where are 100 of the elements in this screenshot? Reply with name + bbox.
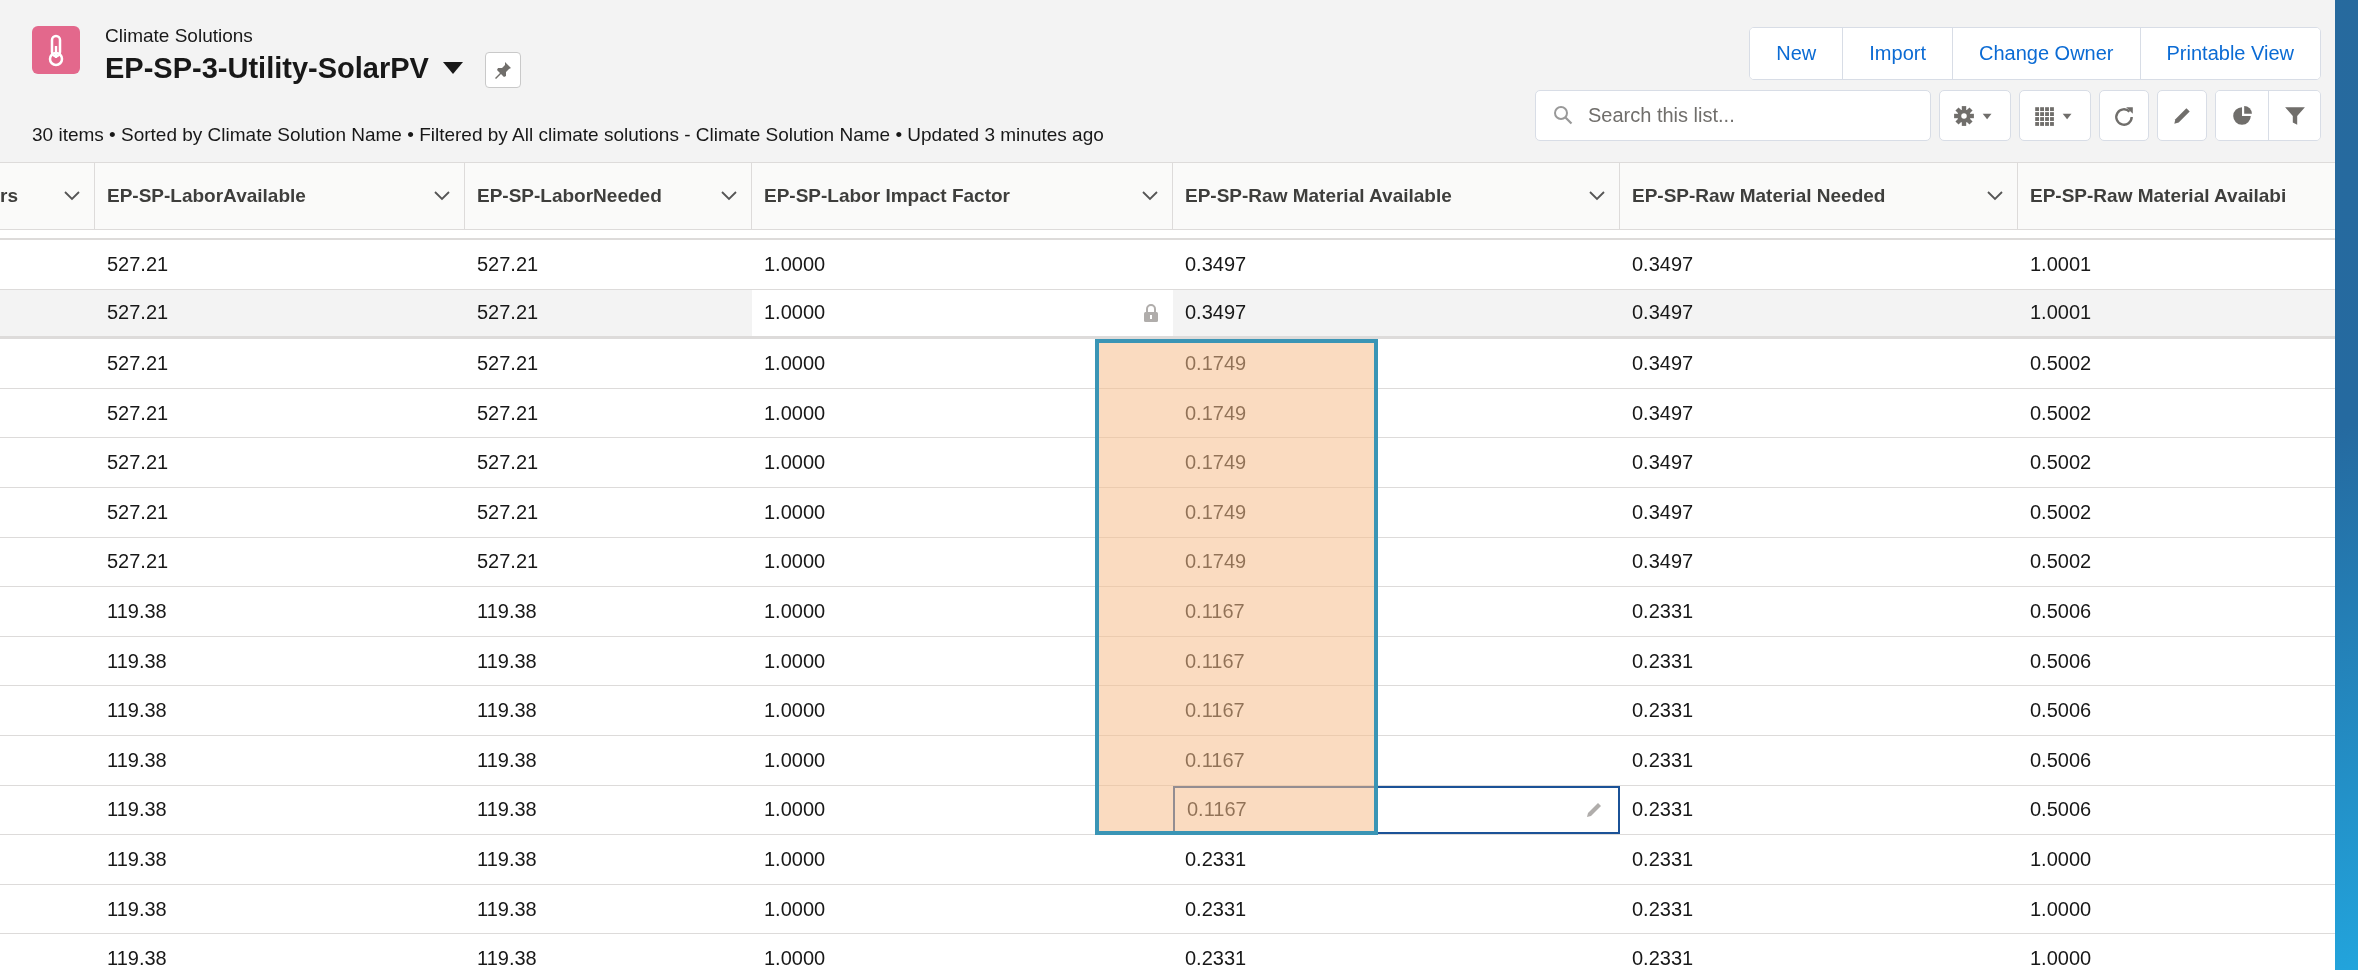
lock-icon: [1143, 302, 1159, 323]
table-cell: 119.38: [107, 649, 167, 673]
table-cell: 0.5002: [2030, 500, 2092, 524]
table-cell: 527.21: [107, 550, 169, 574]
column-header[interactable]: EP-SP-Labor Impact Factor: [752, 163, 1173, 229]
table-cell: 1.0000: [764, 649, 826, 673]
chevron-down-icon[interactable]: [1142, 191, 1158, 201]
table-cell: 0.5002: [2030, 352, 2092, 375]
table-cell: 1.0000: [764, 748, 826, 772]
table-cell: 0.3497: [1632, 252, 1694, 276]
chevron-down-icon[interactable]: [1987, 191, 2003, 201]
table-cell: 527.21: [107, 252, 169, 276]
search-icon: [1553, 105, 1573, 125]
table-cell: 527.21: [107, 451, 169, 475]
action-button[interactable]: Printable View: [2139, 28, 2320, 79]
table-cell: 1.0000: [764, 699, 826, 723]
chart-button[interactable]: [2216, 91, 2268, 140]
table-cell: 119.38: [477, 748, 537, 772]
table-cell: 0.2331: [1185, 947, 1247, 970]
table-cell: 119.38: [477, 699, 537, 723]
table-cell: 119.38: [107, 947, 167, 970]
column-header[interactable]: rs: [0, 163, 95, 229]
table-cell: 0.5002: [2030, 401, 2092, 425]
table-cell: 0.5006: [2030, 699, 2092, 723]
table-cell: 119.38: [107, 897, 167, 921]
table-cell: 0.1749: [1185, 500, 1247, 524]
column-header[interactable]: EP-SP-LaborNeeded: [465, 163, 752, 229]
table-cell: 119.38: [477, 847, 537, 871]
column-header[interactable]: EP-SP-Raw Material Availabi: [2018, 163, 2335, 229]
table-cell: 1.0000: [2030, 897, 2092, 921]
table-cell: 119.38: [477, 599, 537, 623]
table-cell: 0.5006: [2030, 748, 2092, 772]
table-cell: 0.2331: [1632, 847, 1694, 871]
table-cell: 0.3497: [1185, 301, 1247, 325]
list-view-dropdown[interactable]: EP-SP-3-Utility-SolarPV: [105, 51, 463, 85]
table-cell: 0.1749: [1185, 401, 1247, 425]
table-cell: 1.0001: [2030, 301, 2092, 325]
table-display-button[interactable]: [2019, 90, 2091, 141]
table-cell: 0.1749: [1185, 550, 1247, 574]
table-cell: 527.21: [477, 500, 539, 524]
table-cell: 527.21: [477, 352, 539, 375]
caret-icon[interactable]: [442, 62, 463, 74]
chevron-down-icon[interactable]: [721, 191, 737, 201]
table-cell: 1.0000: [764, 847, 826, 871]
chevron-down-icon[interactable]: [1589, 191, 1605, 201]
table-cell: 0.1167: [1185, 599, 1245, 623]
table-cell: 1.0000: [764, 500, 826, 524]
table-cell: 527.21: [107, 401, 169, 425]
table-cell: 527.21: [107, 352, 169, 375]
settings-button[interactable]: [1939, 90, 2011, 141]
table-cell: 0.2331: [1185, 897, 1247, 921]
table-cell: 1.0000: [764, 599, 826, 623]
table-cell: 1.0000: [764, 550, 826, 574]
table-cell: 527.21: [477, 401, 539, 425]
table-cell: 0.2331: [1632, 748, 1694, 772]
refresh-button[interactable]: [2099, 90, 2149, 141]
table-cell: 527.21: [107, 500, 169, 524]
filter-button[interactable]: [2268, 91, 2320, 140]
table-cell: 119.38: [107, 847, 167, 871]
table-cell: 119.38: [107, 748, 167, 772]
table-cell: 119.38: [477, 649, 537, 673]
table-cell: 1.0001: [2030, 252, 2092, 276]
table-cell: 0.3497: [1632, 301, 1694, 325]
table-cell: 1.0000: [764, 897, 826, 921]
table-cell: 119.38: [477, 897, 537, 921]
table-cell: 0.2331: [1632, 649, 1694, 673]
chevron-down-icon[interactable]: [434, 191, 450, 201]
table-cell: 0.5006: [2030, 798, 2092, 822]
column-header[interactable]: EP-SP-LaborAvailable: [95, 163, 465, 229]
table-cell: 0.5006: [2030, 599, 2092, 623]
table-cell: 0.1749: [1185, 451, 1247, 475]
edit-button[interactable]: [2157, 90, 2207, 141]
table-cell: 527.21: [477, 451, 539, 475]
table-cell: 119.38: [107, 699, 167, 723]
table-cell: 0.1167: [1187, 798, 1247, 822]
table-cell: 1.0000: [764, 798, 826, 822]
table-cell: 1.0000: [764, 252, 826, 276]
table-cell: 0.1167: [1185, 699, 1245, 723]
pie-chart-icon[interactable]: [2231, 104, 2253, 127]
table-cell: 119.38: [477, 798, 537, 822]
table-cell: 527.21: [107, 301, 169, 325]
object-label: Climate Solutions: [105, 24, 254, 48]
table-cell: 1.0000: [764, 947, 826, 970]
list-summary: 30 items • Sorted by Climate Solution Name • Filtered by All climate solutions - Climate Solution Name • Updated 3 minutes ago: [32, 124, 1104, 146]
table-cell: 1.0000: [764, 451, 826, 475]
table-cell: 119.38: [107, 798, 167, 822]
column-header[interactable]: EP-SP-Raw Material Available: [1173, 163, 1620, 229]
refresh-icon[interactable]: [2113, 104, 2135, 127]
table-cell: 0.2331: [1632, 897, 1694, 921]
pin-button[interactable]: [484, 52, 521, 88]
table-cell: 0.2331: [1632, 699, 1694, 723]
column-header[interactable]: EP-SP-Raw Material Needed: [1620, 163, 2018, 229]
filter-icon[interactable]: [2283, 104, 2306, 127]
search-field[interactable]: Search this list...: [1535, 90, 1931, 141]
table-cell: 1.0000: [2030, 847, 2092, 871]
table-cell: 0.2331: [1632, 798, 1694, 822]
table-cell: 0.5002: [2030, 550, 2092, 574]
table-cell: 527.21: [477, 550, 539, 574]
chevron-down-icon[interactable]: [64, 191, 80, 201]
table-cell: 0.5002: [2030, 451, 2092, 475]
